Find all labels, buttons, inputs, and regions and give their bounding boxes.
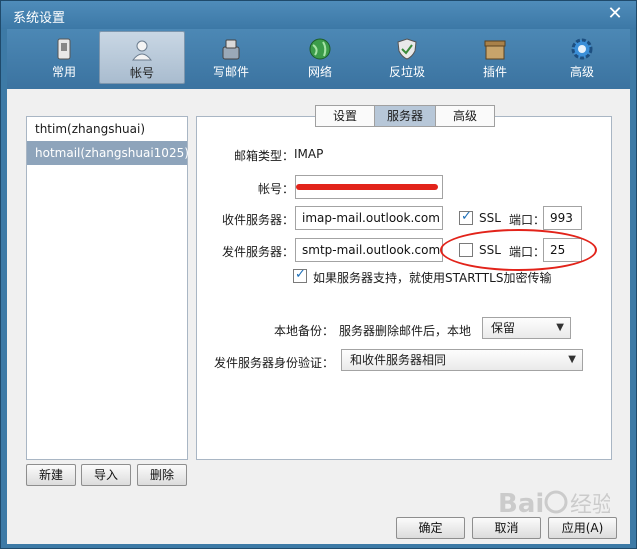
- svg-text:Bai: Bai: [498, 489, 544, 519]
- new-account-button[interactable]: 新建: [26, 464, 76, 486]
- incoming-ssl-label: SSL: [479, 211, 501, 225]
- settings-window: 系统设置 ✕ 常用 帐号 写邮件 网络 反垃圾 插件 高级 thtim(zhan…: [0, 0, 637, 549]
- list-item[interactable]: hotmail(zhangshuai1025): [27, 141, 189, 165]
- shield-icon: [397, 38, 417, 60]
- account-settings-panel: [196, 116, 612, 460]
- starttls-label: 如果服务器支持，就使用STARTTLS加密传输: [313, 271, 552, 285]
- chevron-down-icon: ▼: [556, 322, 564, 333]
- list-item[interactable]: thtim(zhangshuai): [27, 117, 187, 141]
- smtp-auth-label: 发件服务器身份验证：: [213, 356, 334, 370]
- close-icon[interactable]: ✕: [606, 5, 624, 23]
- incoming-server-field[interactable]: imap-mail.outlook.com: [295, 206, 443, 230]
- local-backup-select[interactable]: 保留 ▼: [482, 317, 571, 339]
- compose-icon: [222, 39, 240, 60]
- incoming-ssl-checkbox[interactable]: [459, 209, 473, 225]
- tab-plugins[interactable]: 插件: [452, 31, 538, 84]
- chevron-down-icon: ▼: [568, 354, 576, 365]
- smtp-auth-value: 和收件服务器相同: [350, 353, 447, 367]
- mailbox-type-value: IMAP: [294, 147, 324, 161]
- mailbox-type-label: 邮箱类型：: [233, 149, 294, 163]
- account-list: thtim(zhangshuai) hotmail(zhangshuai1025…: [26, 116, 189, 460]
- tab-server[interactable]: 服务器: [374, 105, 436, 127]
- baidu-watermark-logo: Bai 经验: [498, 489, 610, 519]
- tab-advanced[interactable]: 高级: [539, 31, 625, 84]
- redacted-account-mark: [296, 184, 438, 190]
- title-bar: 系统设置 ✕: [1, 1, 636, 29]
- gear-icon: [571, 38, 593, 60]
- globe-icon: [309, 38, 331, 60]
- smtp-auth-select[interactable]: 和收件服务器相同 ▼: [341, 349, 583, 371]
- tab-settings[interactable]: 设置: [315, 105, 375, 127]
- tab-compose[interactable]: 写邮件: [188, 31, 274, 84]
- ok-button[interactable]: 确定: [396, 517, 465, 539]
- local-backup-label: 本地备份：: [273, 324, 334, 338]
- local-backup-value: 保留: [491, 321, 516, 335]
- phone-icon: [57, 38, 71, 60]
- tab-general[interactable]: 常用: [21, 31, 107, 84]
- incoming-server-label: 收件服务器：: [221, 213, 294, 227]
- category-toolbar: 常用 帐号 写邮件 网络 反垃圾 插件 高级: [7, 29, 630, 89]
- svg-text:经验: 经验: [570, 493, 610, 518]
- tab-account[interactable]: 帐号: [99, 31, 185, 84]
- settings-content: thtim(zhangshuai) hotmail(zhangshuai1025…: [7, 89, 630, 544]
- incoming-port-label: 端口：: [509, 213, 546, 227]
- local-backup-description: 服务器删除邮件后，本地: [339, 324, 472, 338]
- tab-advanced-settings[interactable]: 高级: [435, 105, 495, 127]
- annotation-circle: [440, 229, 597, 271]
- delete-account-button[interactable]: 删除: [137, 464, 187, 486]
- tab-network[interactable]: 网络: [277, 31, 363, 84]
- starttls-checkbox[interactable]: [293, 267, 307, 283]
- outgoing-server-label: 发件服务器：: [221, 245, 294, 259]
- tab-antispam[interactable]: 反垃圾: [364, 31, 450, 84]
- incoming-port-field[interactable]: 993: [543, 206, 582, 230]
- account-label: 帐号：: [257, 182, 294, 196]
- window-title: 系统设置: [13, 11, 66, 26]
- user-icon: [131, 40, 153, 61]
- outgoing-server-field[interactable]: smtp-mail.outlook.com: [295, 238, 443, 262]
- box-icon: [484, 40, 506, 60]
- import-account-button[interactable]: 导入: [81, 464, 131, 486]
